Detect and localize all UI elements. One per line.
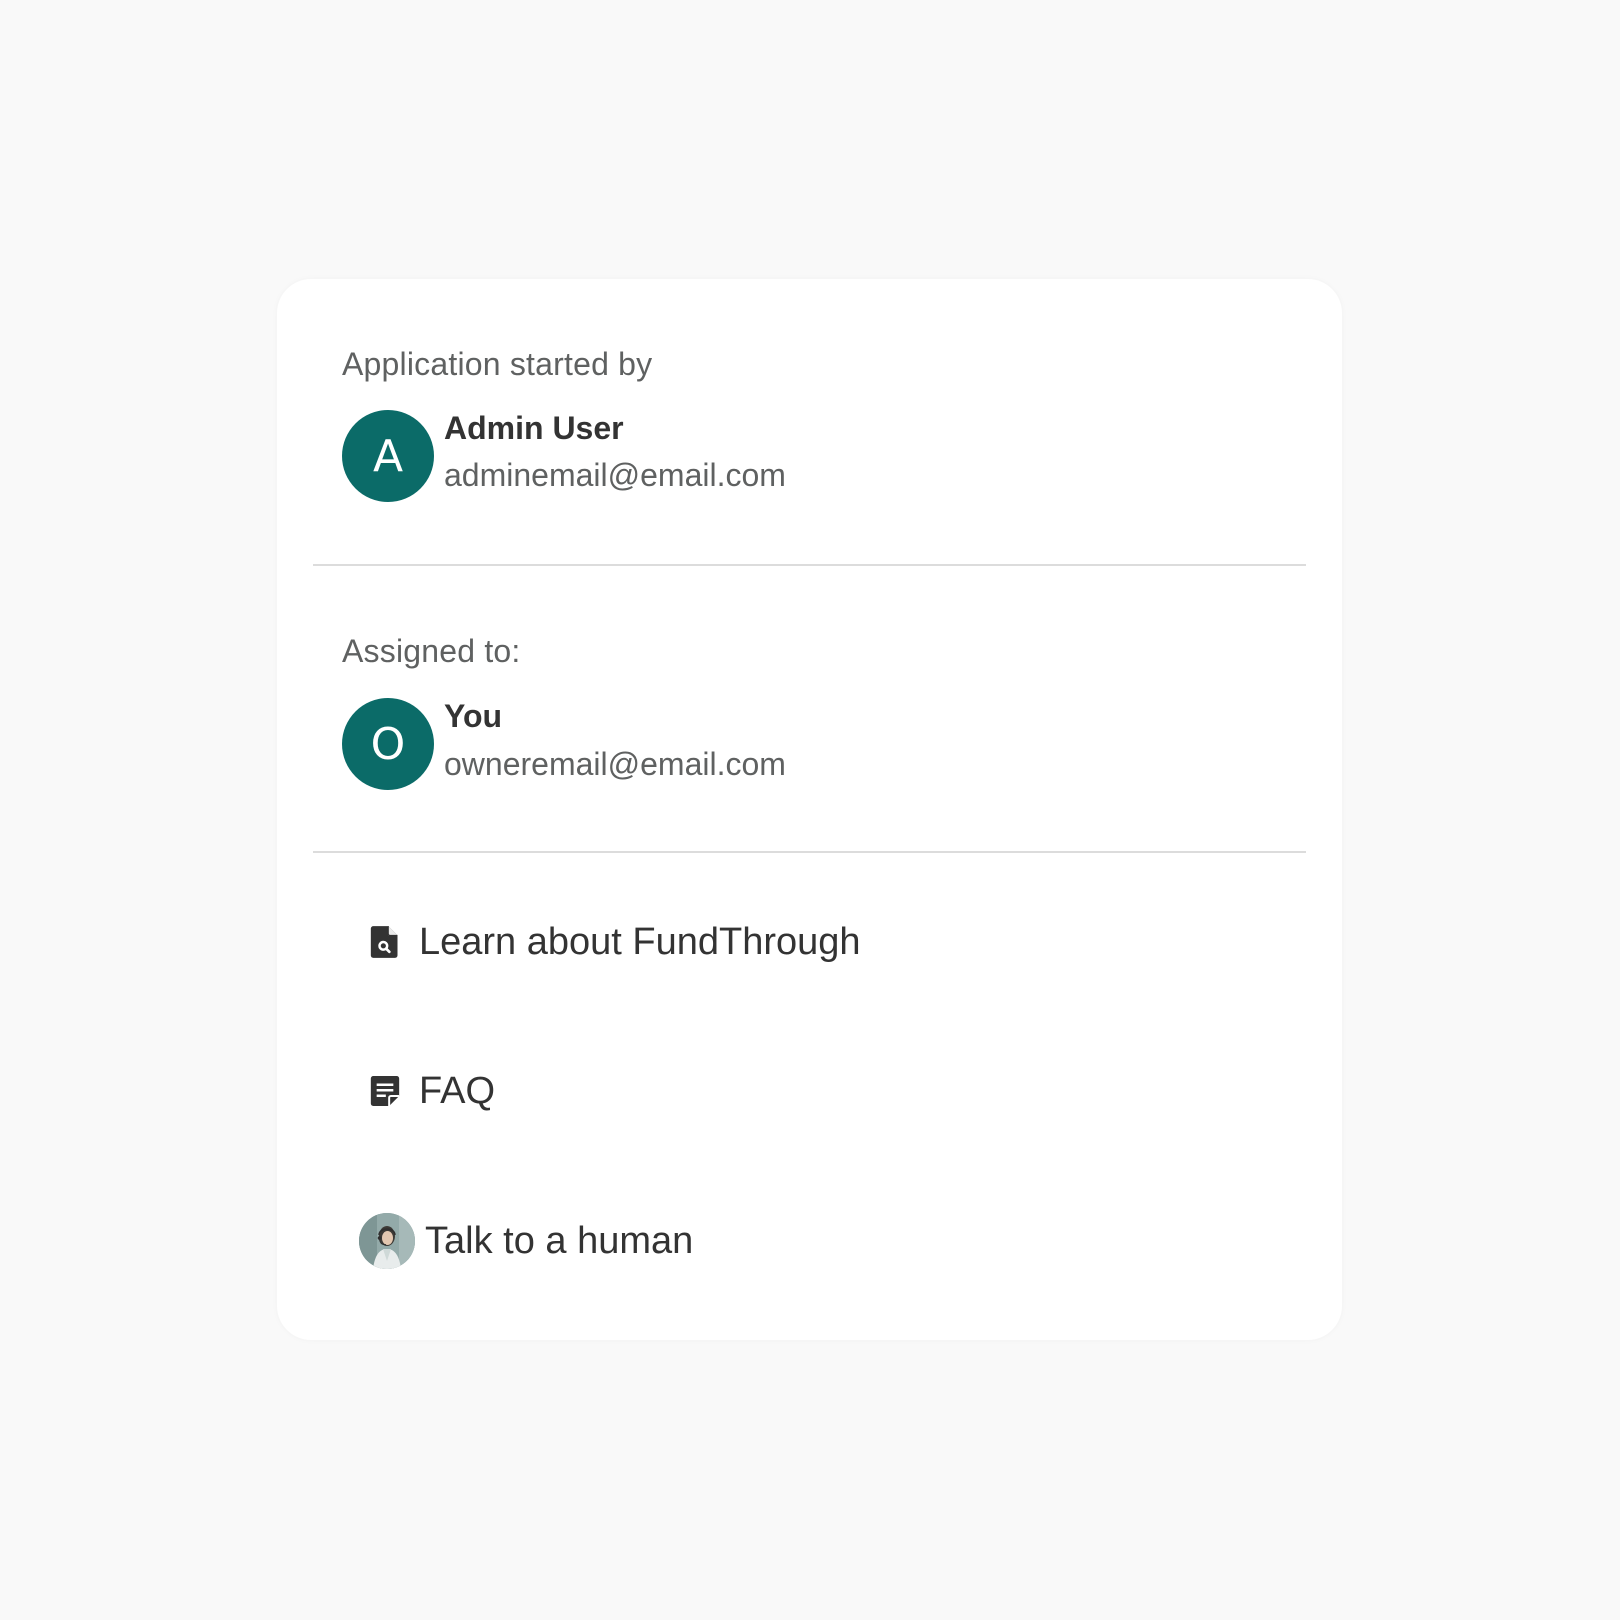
- owner-email: owneremail@email.com: [444, 746, 786, 782]
- talk-to-human-link[interactable]: Talk to a human: [359, 1211, 693, 1271]
- owner-name: You: [444, 698, 503, 734]
- admin-email: adminemail@email.com: [444, 457, 786, 493]
- started-by-label: Application started by: [342, 346, 653, 382]
- owner-avatar: O: [342, 698, 434, 790]
- admin-name: Admin User: [444, 410, 624, 446]
- learn-about-label: Learn about FundThrough: [419, 920, 861, 963]
- document-search-icon: [357, 914, 413, 970]
- faq-label: FAQ: [419, 1069, 496, 1112]
- divider: [313, 564, 1306, 566]
- admin-avatar: A: [342, 410, 434, 502]
- learn-about-link[interactable]: Learn about FundThrough: [357, 912, 861, 972]
- faq-link[interactable]: FAQ: [357, 1061, 495, 1121]
- divider: [313, 851, 1306, 853]
- assigned-to-label: Assigned to:: [342, 633, 521, 669]
- talk-to-human-label: Talk to a human: [425, 1219, 694, 1262]
- note-icon: [357, 1063, 413, 1119]
- support-agent-photo: [359, 1213, 415, 1269]
- info-card: Application started by A Admin User admi…: [277, 279, 1342, 1340]
